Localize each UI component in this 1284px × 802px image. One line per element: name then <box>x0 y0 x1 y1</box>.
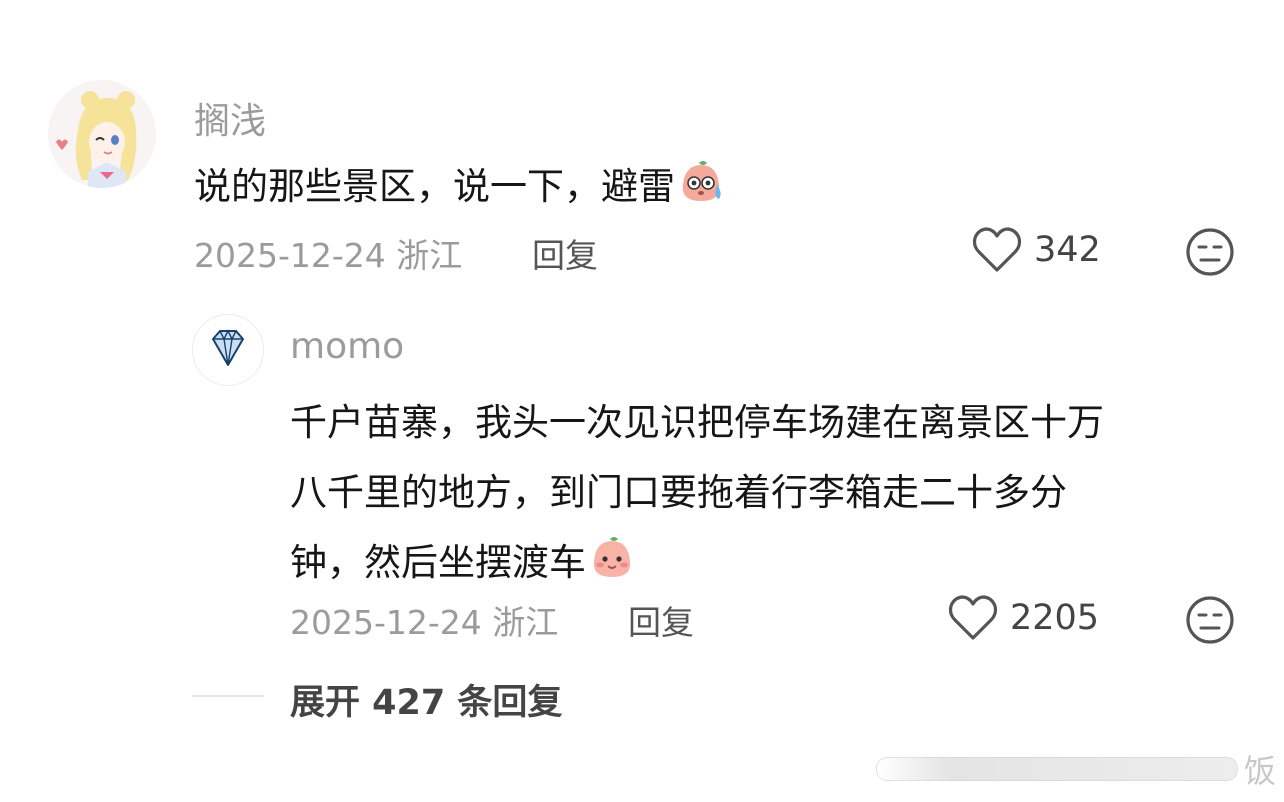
comment-location: 浙江 <box>396 236 463 275</box>
watermark-text: 饭 <box>1243 752 1276 790</box>
comment-like-button[interactable]: 342 <box>972 226 1101 274</box>
comment-thread: 搁浅 说的那些景区，说一下，避雷 2025-12-24 浙江 回复 342 mo… <box>0 0 1284 802</box>
reply-text-line: 千户苗寨，我头一次见识把停车场建在离景区十万 <box>290 401 1104 444</box>
reply-user-avatar[interactable] <box>192 314 264 386</box>
sailor-moon-avatar-icon <box>48 80 156 188</box>
user-avatar[interactable] <box>48 80 156 188</box>
expand-divider <box>192 695 264 697</box>
neutral-face-icon <box>1186 596 1234 644</box>
comment-like-count: 342 <box>1034 230 1101 270</box>
comment-date: 2025-12-24 <box>194 236 386 275</box>
reply-like-count: 2205 <box>1010 598 1100 638</box>
reply-like-button[interactable]: 2205 <box>948 594 1099 642</box>
comment-meta: 2025-12-24 浙江 <box>194 229 462 277</box>
diamond-avatar-icon <box>212 329 244 366</box>
reply-reply-button[interactable]: 回复 <box>628 596 694 644</box>
comment-username[interactable]: 搁浅 <box>194 92 266 144</box>
comment-dislike-button[interactable] <box>1184 226 1236 282</box>
reply-text-line: 八千里的地方，到门口要拖着行李箱走二十多分 <box>290 471 1067 514</box>
heart-icon <box>948 595 998 640</box>
sweat-peach-emoji-icon <box>677 159 725 207</box>
reply-text: 千户苗寨，我头一次见识把停车场建在离景区十万 八千里的地方，到门口要拖着行李箱走… <box>290 388 1220 598</box>
reply-meta: 2025-12-24 浙江 <box>290 596 558 644</box>
reply-text-line: 钟，然后坐摆渡车 <box>290 541 586 584</box>
comment-text-content: 说的那些景区，说一下，避雷 <box>194 165 675 208</box>
watermark: 饭 <box>875 746 1276 792</box>
reply-text-line-last: 钟，然后坐摆渡车 <box>290 528 1220 598</box>
reply-location: 浙江 <box>492 603 559 642</box>
reply-dislike-button[interactable] <box>1184 594 1236 650</box>
neutral-face-icon <box>1186 228 1234 276</box>
blush-peach-emoji-icon <box>588 535 636 583</box>
comment-text: 说的那些景区，说一下，避雷 <box>194 156 725 210</box>
watermark-bar <box>875 757 1238 781</box>
reply-date: 2025-12-24 <box>290 603 482 642</box>
comment-reply-button[interactable]: 回复 <box>532 229 598 277</box>
expand-replies-button[interactable]: 展开 427 条回复 <box>290 674 562 725</box>
reply-username[interactable]: momo <box>290 326 404 367</box>
heart-icon <box>972 227 1022 272</box>
